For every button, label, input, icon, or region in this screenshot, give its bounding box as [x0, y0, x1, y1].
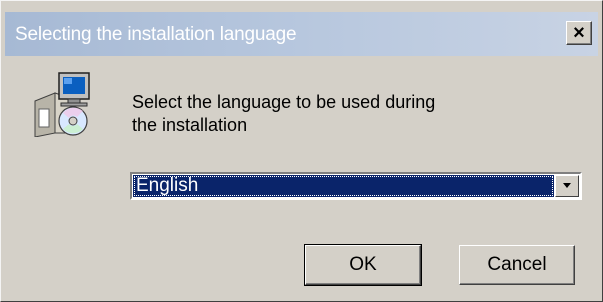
dialog-title: Selecting the installation language: [15, 24, 297, 45]
close-button[interactable]: ×: [566, 21, 592, 45]
chevron-down-icon: [563, 183, 571, 188]
cancel-button[interactable]: Cancel: [459, 245, 575, 285]
ok-button[interactable]: OK: [304, 244, 422, 286]
language-select-value[interactable]: English: [133, 175, 554, 197]
language-select[interactable]: English: [130, 172, 582, 200]
instruction-text: Select the language to be used during th…: [132, 91, 435, 137]
setup-installer-icon: [33, 71, 95, 138]
close-icon: ×: [573, 22, 585, 44]
title-bar[interactable]: Selecting the installation language ×: [5, 12, 598, 56]
language-dialog: Selecting the installation language × Se…: [0, 0, 603, 302]
instruction-line-2: the installation: [132, 115, 248, 135]
dropdown-button[interactable]: [555, 175, 579, 197]
instruction-line-1: Select the language to be used during: [132, 92, 436, 112]
